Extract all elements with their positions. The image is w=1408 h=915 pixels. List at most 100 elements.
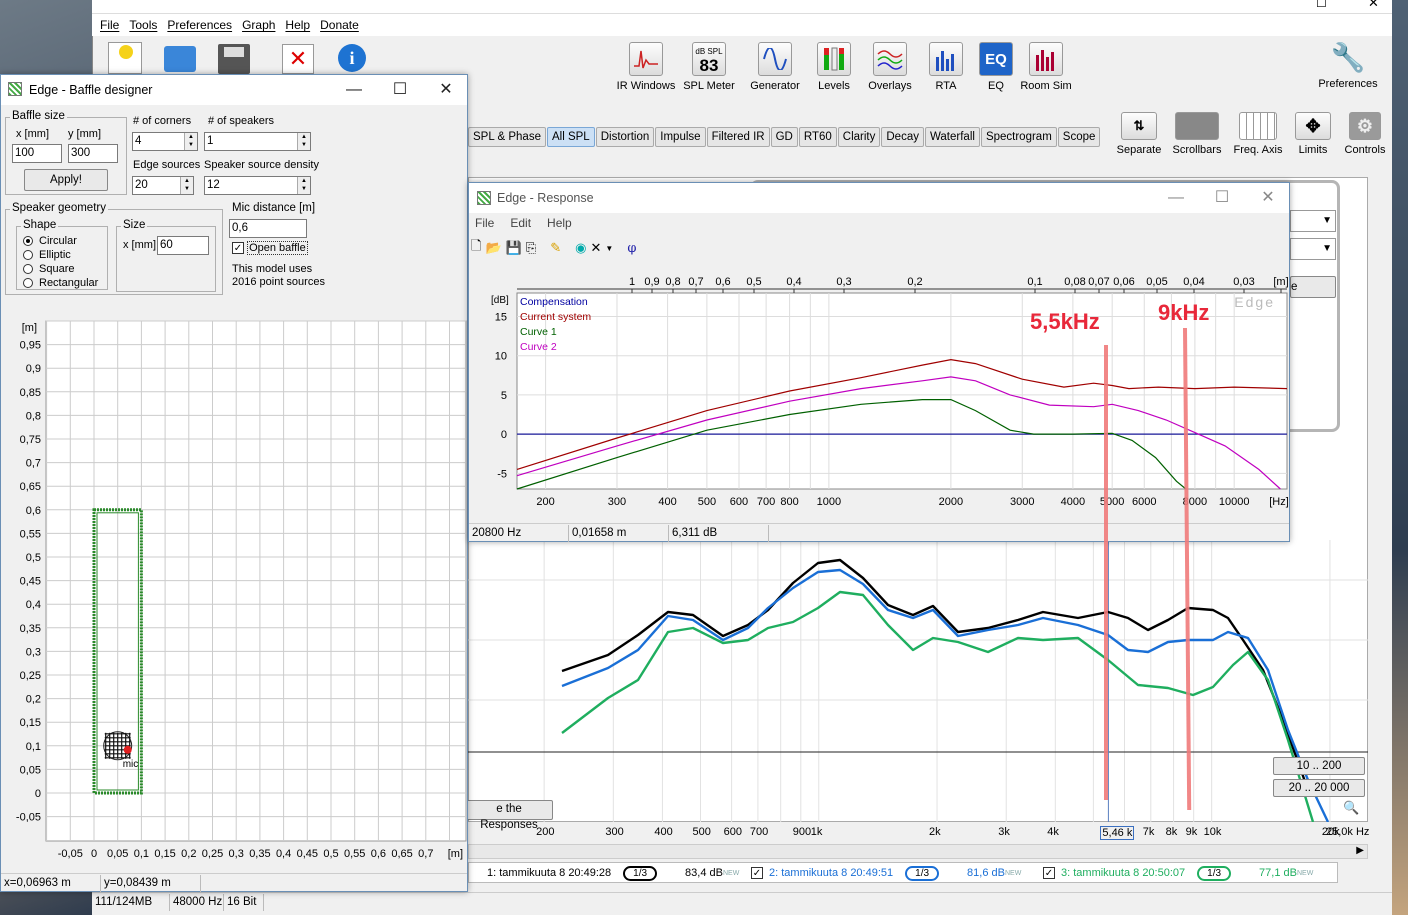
remove-measurement-button[interactable]: ✕ [282, 44, 314, 74]
measurement-checkbox[interactable]: ✓ [1043, 867, 1055, 879]
minimize-icon[interactable]: — [1153, 183, 1199, 213]
pencil-icon[interactable]: ✎ [550, 240, 561, 256]
spinner-arrows-icon[interactable]: ▲ ▼ [297, 177, 310, 194]
baffle-x-input[interactable]: 100 [12, 144, 62, 163]
tab-waterfall[interactable]: Waterfall [924, 127, 980, 147]
status-memory: 111/124MB [92, 894, 170, 911]
align-responses-button[interactable]: e the Responses [465, 800, 553, 831]
baffle-x-tick: 0,05 [107, 848, 128, 860]
toolbar-overlays[interactable]: Overlays [862, 42, 918, 92]
menu-graph[interactable]: Graph [242, 18, 275, 32]
toolbar-rta[interactable]: RTA [920, 42, 972, 92]
open-baffle-checkbox[interactable]: ✓ Open baffle [232, 241, 308, 255]
baffle-plot[interactable]: 0,95 0,9 0,85 0,8 0,75 0,7 0,65 0,6 0,55 0,5 0,45 0… [1, 317, 467, 869]
controls-dropdown-2[interactable]: ▼ [1290, 238, 1336, 260]
menu-tools[interactable]: Tools [129, 18, 157, 32]
baffle-y-input[interactable]: 300 [68, 144, 118, 163]
close-icon[interactable]: ✕ [423, 75, 469, 105]
measurement-checkbox[interactable]: ✓ [751, 867, 763, 879]
smoothing-badge[interactable]: 1/3 [623, 865, 658, 881]
tab-all-spl[interactable]: All SPL [546, 127, 595, 147]
open-folder-button[interactable] [164, 46, 196, 72]
view-freq-axis[interactable]: Freq. Axis [1230, 112, 1286, 156]
zoom-icon[interactable]: 🔍 [1343, 800, 1359, 816]
tab-spectrogram[interactable]: Spectrogram [980, 127, 1057, 147]
tab-scope[interactable]: Scope [1057, 127, 1101, 147]
range-10-200-button[interactable]: 10 .. 200 [1273, 757, 1365, 775]
shape-square-radio[interactable]: Square [23, 263, 74, 275]
measurement-item[interactable]: ✓1: tammikuuta 8 20:49:281/383,4 dBNEW [469, 864, 739, 882]
spinner-arrows-icon[interactable]: ▲ ▼ [184, 133, 197, 150]
tab-impulse[interactable]: Impulse [655, 127, 706, 147]
speaker-icon[interactable]: ◉ [575, 240, 586, 256]
measurement-item[interactable]: ✓ 3: tammikuuta 8 20:50:07 1/3 77,1 dB NEW [1043, 864, 1313, 882]
tab-clarity[interactable]: Clarity [837, 127, 881, 147]
minimize-icon[interactable]: — [331, 75, 377, 105]
shape-rectangular-radio[interactable]: Rectangular [23, 277, 98, 289]
toolbar-overlays-label: Overlays [868, 80, 912, 92]
phase-icon[interactable]: φ [627, 241, 636, 256]
delete-icon[interactable]: ✕ [590, 240, 601, 256]
model-info-line1: This model uses [232, 263, 313, 275]
tab-distortion[interactable]: Distortion [595, 127, 655, 147]
tab-spl-phase[interactable]: SPL & Phase [468, 127, 546, 147]
corners-spinner[interactable]: 4 ▲ ▼ [132, 132, 198, 151]
response-menu-edit[interactable]: Edit [510, 216, 531, 230]
menu-preferences[interactable]: Preferences [167, 18, 232, 32]
smoothing-badge[interactable]: 1/3 [1197, 865, 1232, 881]
open-file-icon[interactable]: 📂 [485, 240, 501, 256]
spinner-arrows-icon[interactable]: ▲ ▼ [297, 133, 310, 150]
tab-filtered-ir[interactable]: Filtered IR [706, 127, 770, 147]
baffle-y-tick: 0,25 [20, 670, 41, 682]
new-measurement-button[interactable] [108, 42, 142, 74]
size-x-input[interactable]: 60 [157, 236, 209, 255]
edge-sources-spinner[interactable]: 20 ▲ ▼ [132, 176, 194, 195]
smoothing-badge[interactable]: 1/3 [905, 865, 940, 881]
view-limits[interactable]: ✥ Limits [1290, 112, 1336, 156]
save-file-icon[interactable]: 💾 [506, 240, 522, 256]
toolbar-ir-windows[interactable]: IR Windows [614, 42, 678, 92]
density-spinner[interactable]: 12 ▲ ▼ [204, 176, 311, 195]
info-button[interactable]: i [338, 44, 366, 72]
toolbar-room-sim[interactable]: Room Sim [1020, 42, 1072, 92]
view-controls[interactable]: ⚙ Controls [1340, 112, 1390, 156]
tab-decay[interactable]: Decay [881, 127, 924, 147]
rew-maximize-icon[interactable]: ☐ [1316, 0, 1327, 10]
rew-close-icon[interactable]: ✕ [1368, 0, 1379, 11]
response-menu-help[interactable]: Help [547, 216, 572, 230]
close-icon[interactable]: ✕ [1245, 183, 1291, 213]
dropdown-arrow-icon[interactable]: ▼ [605, 244, 613, 253]
toolbar-spl-meter[interactable]: dB SPL 83 SPL Meter [680, 42, 738, 92]
main-spl-graph[interactable] [468, 540, 1368, 822]
response-menu-file[interactable]: File [475, 216, 494, 230]
tab-rt60[interactable]: RT60 [798, 127, 837, 147]
controls-dropdown-1[interactable]: ▼ [1290, 210, 1336, 232]
toolbar-preferences[interactable]: 🔧 Preferences [1312, 40, 1384, 91]
apply-button[interactable]: Apply! [24, 169, 108, 191]
range-20-20000-button[interactable]: 20 .. 20 000 [1273, 779, 1365, 797]
new-file-icon[interactable]: 🗋 [471, 237, 481, 259]
menu-donate[interactable]: Donate [320, 18, 359, 32]
shape-elliptic-radio[interactable]: Elliptic [23, 249, 71, 261]
maximize-icon[interactable]: ☐ [1199, 183, 1245, 213]
toolbar-eq[interactable]: EQ EQ [972, 42, 1020, 92]
menu-file[interactable]: File [100, 18, 119, 32]
measurement-item[interactable]: ✓ 2: tammikuuta 8 20:49:51 1/3 81,6 dB NEW [751, 864, 1021, 882]
shape-circular-radio[interactable]: Circular [23, 235, 77, 247]
scroll-right-icon[interactable]: ▶ [1356, 845, 1364, 856]
toolbar-generator[interactable]: Generator [746, 42, 804, 92]
menu-help[interactable]: Help [285, 18, 310, 32]
save-button[interactable] [218, 44, 250, 74]
maximize-icon[interactable]: ☐ [377, 75, 423, 105]
toolbar-levels[interactable]: Levels [806, 42, 862, 92]
main-horizontal-scrollbar[interactable]: ▶ [468, 844, 1368, 859]
tab-gd[interactable]: GD [770, 127, 798, 147]
spinner-arrows-icon[interactable]: ▲ ▼ [180, 177, 193, 194]
copy-icon[interactable]: ⎘ [526, 240, 536, 256]
speakers-spinner[interactable]: 1 ▲ ▼ [204, 132, 311, 151]
controls-partial-button[interactable]: e [1290, 276, 1336, 298]
view-scrollbars[interactable]: Scrollbars [1170, 112, 1224, 156]
response-top-tick: 0,4 [786, 276, 801, 288]
view-separate[interactable]: ⇅ Separate [1112, 112, 1166, 156]
mic-distance-input[interactable]: 0,6 [229, 219, 307, 238]
